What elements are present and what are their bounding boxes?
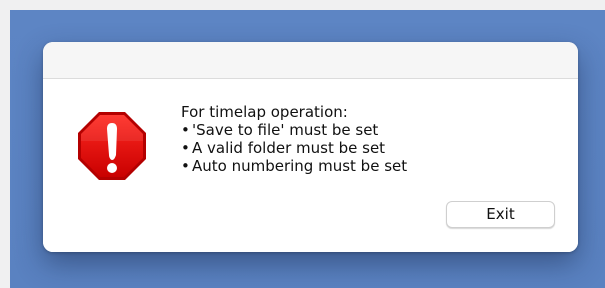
message-heading: For timelap operation: [181, 103, 348, 121]
error-message: For timelap operation: • 'Save to file' m… [181, 103, 561, 175]
dialog-titlebar [43, 42, 578, 79]
message-bullet-auto-numbering: • Auto numbering must be set [181, 157, 561, 175]
message-bullet-text: Auto numbering must be set [192, 157, 408, 175]
message-bullet-text: A valid folder must be set [192, 139, 386, 157]
alert-dialog: For timelap operation: • 'Save to file' m… [43, 42, 578, 252]
message-bullet-valid-folder: • A valid folder must be set [181, 139, 561, 157]
bullet-marker: • [181, 157, 190, 175]
bullet-marker: • [181, 121, 190, 139]
exit-button[interactable]: Exit [446, 201, 555, 228]
dialog-content: For timelap operation: • 'Save to file' m… [43, 79, 578, 252]
error-stop-icon [78, 112, 146, 180]
message-bullet-text: 'Save to file' must be set [192, 121, 379, 139]
message-bullet-save-to-file: • 'Save to file' must be set [181, 121, 561, 139]
bullet-marker: • [181, 139, 190, 157]
